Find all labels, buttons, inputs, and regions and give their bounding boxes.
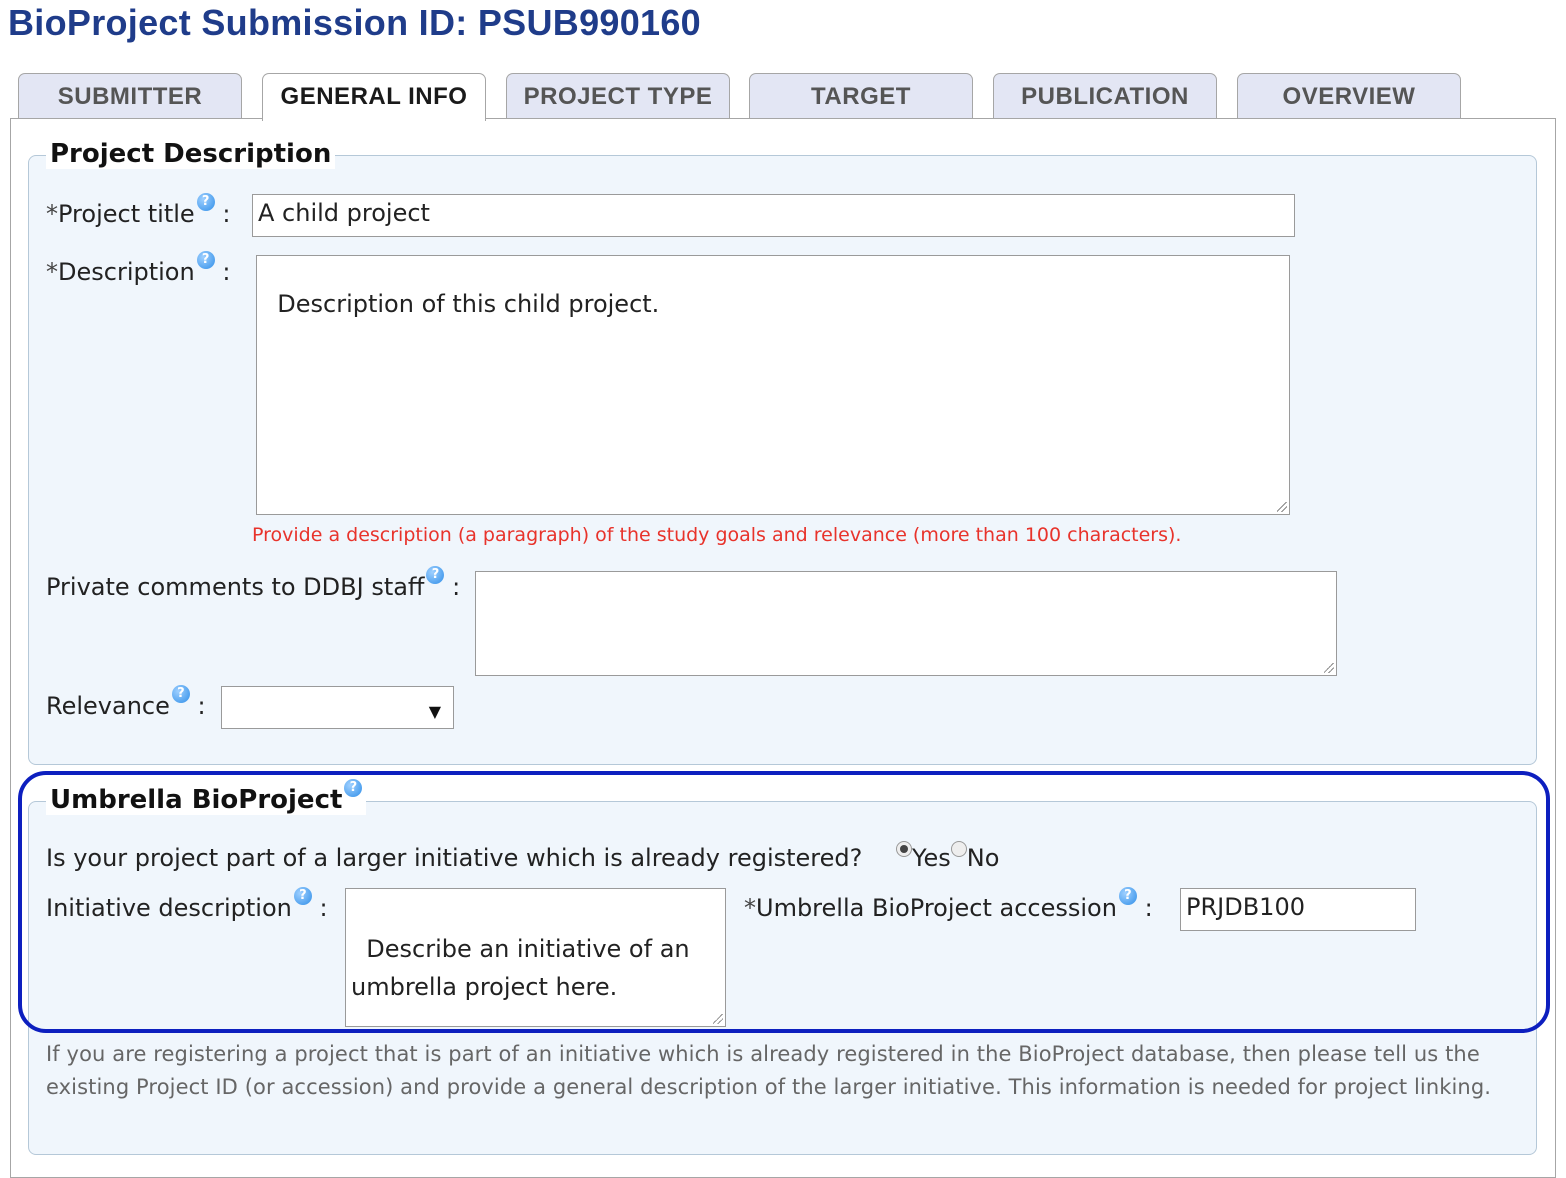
tab-bar: SUBMITTER GENERAL INFO PROJECT TYPE TARG… [18, 73, 1478, 121]
tab-general-info[interactable]: GENERAL INFO [262, 73, 486, 121]
help-icon[interactable]: ? [171, 685, 190, 703]
help-icon[interactable]: ? [196, 193, 215, 211]
tab-project-type[interactable]: PROJECT TYPE [506, 73, 730, 119]
resize-grip-icon[interactable] [1277, 502, 1287, 512]
highlight-annotation [18, 771, 1550, 1033]
tab-overview[interactable]: OVERVIEW [1237, 73, 1461, 119]
dropdown-arrow-icon: ▼ [428, 702, 441, 721]
project-title-input[interactable]: A child project [252, 194, 1295, 237]
required-marker: * [46, 258, 58, 286]
resize-grip-icon[interactable] [1324, 663, 1334, 673]
help-icon[interactable]: ? [426, 566, 445, 584]
private-comments-textarea[interactable] [475, 571, 1337, 676]
description-textarea[interactable]: Description of this child project. [256, 255, 1290, 515]
project-title-label: *Project title? : [46, 193, 231, 228]
description-hint: Provide a description (a paragraph) of t… [252, 524, 1182, 546]
tab-publication[interactable]: PUBLICATION [993, 73, 1217, 119]
relevance-select[interactable]: ▼ [221, 686, 454, 729]
private-comments-label: Private comments to DDBJ staff? : [46, 566, 461, 601]
page-title: BioProject Submission ID: PSUB990160 [8, 2, 702, 43]
relevance-label: Relevance? : [46, 685, 206, 720]
tab-target[interactable]: TARGET [749, 73, 973, 119]
help-icon[interactable]: ? [196, 251, 215, 269]
project-description-legend: Project Description [46, 139, 336, 169]
description-label: *Description? : [46, 251, 231, 286]
umbrella-help-note: If you are registering a project that is… [46, 1042, 1492, 1099]
required-marker: * [46, 200, 58, 228]
tab-submitter[interactable]: SUBMITTER [18, 73, 242, 119]
